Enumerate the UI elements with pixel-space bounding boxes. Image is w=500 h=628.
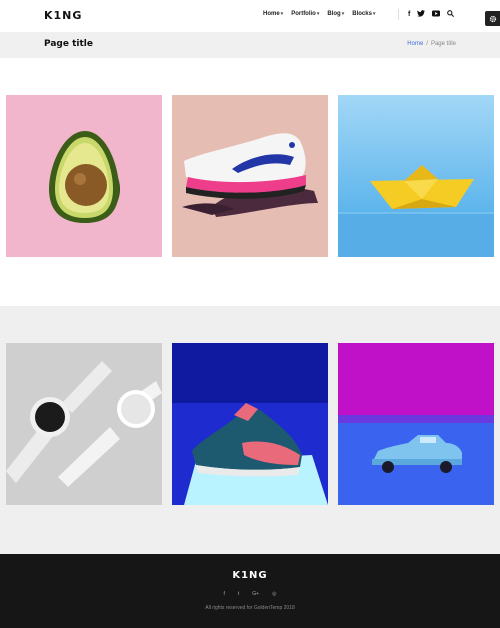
chevron-down-icon: ▾	[372, 11, 376, 17]
gallery-item-sneaker[interactable]	[172, 95, 328, 257]
breadcrumb-current: Page title	[430, 41, 456, 47]
facebook-icon[interactable]: f	[224, 591, 225, 597]
nav-item-portfolio[interactable]: Portfolio ▾	[291, 11, 319, 17]
header-social: f	[408, 10, 455, 19]
gallery-item-paper-boat[interactable]	[338, 95, 494, 257]
chevron-down-icon: ▾	[316, 11, 320, 17]
breadcrumb-separator: /	[426, 41, 428, 47]
breadcrumb-home-link[interactable]: Home	[407, 41, 423, 47]
page-title: Page title	[44, 39, 93, 49]
gallery-item-watches[interactable]	[6, 343, 162, 505]
nav-item-blocks[interactable]: Blocks ▾	[352, 11, 375, 17]
gallery-section-1	[0, 58, 500, 306]
gallery-section-2	[0, 306, 500, 554]
gallery-item-avocado[interactable]	[6, 95, 162, 257]
nav-divider	[398, 9, 399, 20]
twitter-icon[interactable]	[417, 10, 426, 19]
nav-label: Blocks	[352, 11, 372, 17]
breadcrumb: Home / Page title	[407, 41, 456, 47]
site-footer: K1NG f t G+ ◎ All rights reserved for Go…	[0, 554, 500, 628]
main-nav: Home ▾ Portfolio ▾ Blog ▾ Blocks ▾	[263, 11, 375, 17]
nav-label: Portfolio	[291, 11, 316, 17]
footer-social: f t G+ ◎	[0, 591, 500, 597]
site-logo[interactable]: K1NG	[44, 9, 82, 22]
youtube-icon[interactable]	[432, 10, 441, 19]
twitter-icon[interactable]: t	[238, 591, 239, 597]
facebook-icon[interactable]: f	[408, 11, 410, 18]
copyright-text: All rights reserved for GoldenTemp 2018	[205, 605, 295, 611]
gallery-item-toy-car[interactable]	[338, 343, 494, 505]
nav-item-home[interactable]: Home ▾	[263, 11, 283, 17]
search-icon[interactable]	[447, 10, 455, 19]
nav-label: Home	[263, 11, 280, 17]
chevron-down-icon: ▾	[341, 11, 345, 17]
nav-label: Blog	[327, 11, 341, 17]
footer-logo[interactable]: K1NG	[0, 570, 500, 581]
instagram-icon[interactable]: ◎	[272, 591, 276, 597]
chevron-down-icon: ▾	[280, 11, 284, 17]
site-header: K1NG Home ▾ Portfolio ▾ Blog ▾ Blocks ▾ …	[0, 0, 500, 32]
nav-item-blog[interactable]: Blog ▾	[327, 11, 344, 17]
gallery-item-blue-sneaker[interactable]	[172, 343, 328, 505]
settings-gear-button[interactable]	[485, 11, 500, 26]
google-plus-icon[interactable]: G+	[252, 591, 259, 597]
page-title-bar: Page title Home / Page title	[0, 32, 500, 58]
